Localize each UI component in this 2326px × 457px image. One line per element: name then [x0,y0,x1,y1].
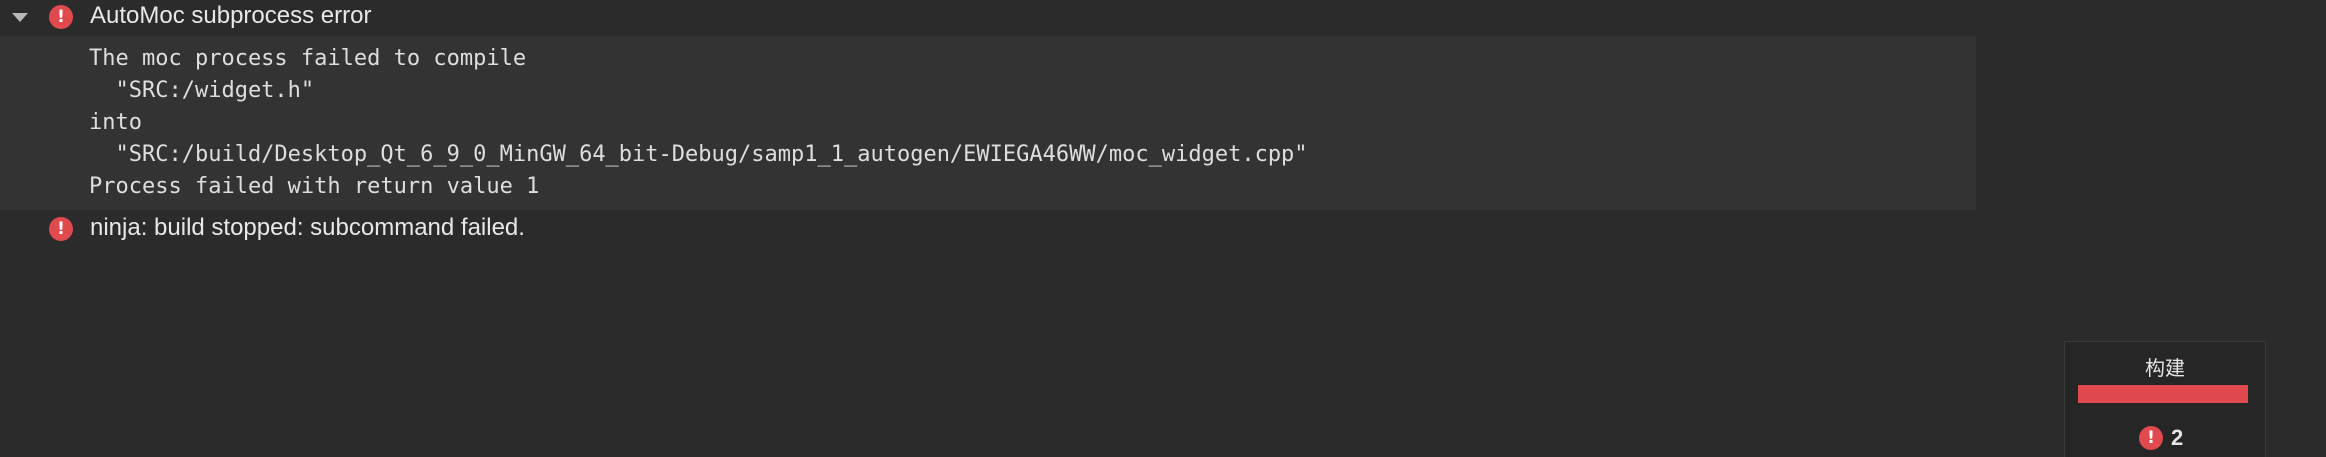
build-status-widget[interactable]: 构建 ! 2 [2064,341,2266,457]
issues-panel: ! AutoMoc subprocess error The moc proce… [0,0,2326,457]
details-line: "SRC:/build/Desktop_Qt_6_9_0_MinGW_64_bi… [89,142,1308,167]
build-error-count[interactable]: ! 2 [2139,425,2183,451]
details-line: into [89,110,142,135]
error-icon: ! [2139,426,2163,450]
issue-row[interactable]: ! ninja: build stopped: subcommand faile… [0,212,1976,246]
issue-row[interactable]: ! AutoMoc subprocess error [0,0,1976,34]
collapse-arrow-icon[interactable] [12,13,28,22]
details-line: The moc process failed to compile [89,46,527,71]
issue-details: The moc process failed to compile "SRC:/… [0,36,1976,210]
details-line: Process failed with return value 1 [89,174,540,199]
error-icon: ! [49,5,73,29]
error-icon: ! [49,217,73,241]
build-status-label: 构建 [2145,356,2185,380]
build-progress-bar [2078,385,2248,403]
error-count: 2 [2171,425,2184,450]
details-line: "SRC:/widget.h" [89,78,315,103]
issue-title: ninja: build stopped: subcommand failed. [90,214,525,241]
issue-title: AutoMoc subprocess error [90,2,372,29]
